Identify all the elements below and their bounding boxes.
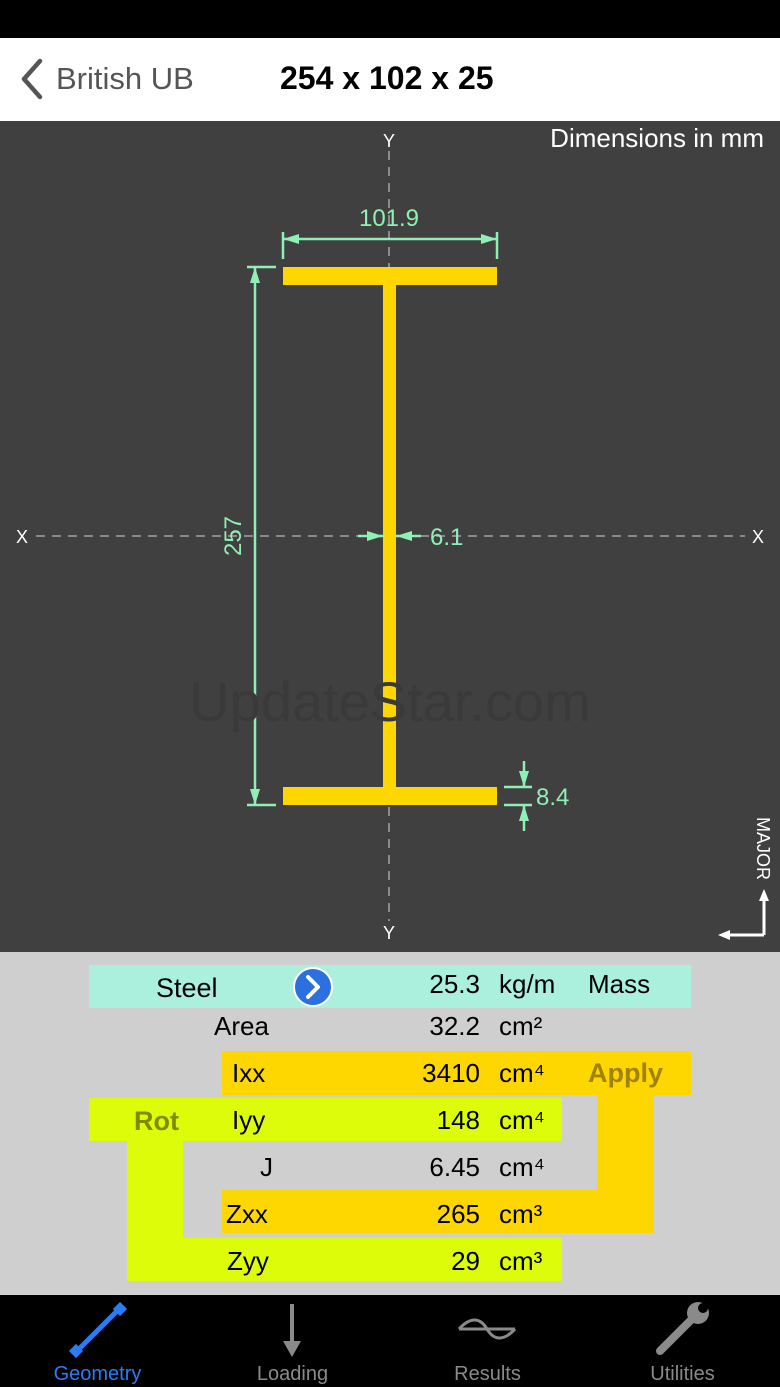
dimensions-note: Dimensions in mm [550,123,764,153]
mass-label: Mass [588,969,651,999]
tab-bar: Geometry Loading Results Utilities [0,1295,780,1387]
area-unit: cm² [499,1011,543,1041]
section-drawing: Y Y X X 101.9 257 6.1 8.4 MAJOR Dimensio… [0,121,780,952]
bottom-flange [283,787,497,805]
tab-results-label: Results [454,1363,521,1385]
iyy-unit: cm⁴ [499,1105,545,1135]
loading-arrow-icon [283,1304,301,1357]
tab-utilities[interactable]: Utilities [585,1295,780,1387]
j-value: 6.45 [429,1152,480,1182]
x-axis-label-right: X [752,527,764,547]
j-unit: cm⁴ [499,1152,545,1182]
results-wave-icon [457,1318,517,1340]
watermark: UpdateStar.com [189,670,591,733]
tab-utilities-label: Utilities [650,1363,715,1385]
depth-dimension-label: 257 [220,516,247,556]
tab-results[interactable]: Results [390,1295,585,1387]
tab-geometry-label: Geometry [53,1363,142,1385]
iyy-label: Iyy [232,1105,266,1135]
area-label: Area [214,1011,269,1041]
top-flange [283,267,497,285]
wrench-icon [656,1302,709,1355]
zyy-row [127,1238,562,1281]
status-bar [0,0,780,38]
tab-loading-label: Loading [256,1363,329,1385]
back-button-label: British UB [56,61,194,96]
iyy-value: 148 [436,1105,480,1135]
web-thickness-label: 6.1 [430,524,463,551]
chevron-right-icon [306,975,320,999]
tab-loading[interactable]: Loading [195,1295,390,1387]
flange-thickness-label: 8.4 [536,784,569,811]
material-label: Steel [156,973,218,1003]
y-axis-label-bottom: Y [383,923,395,943]
page-title: 254 x 102 x 25 [280,60,494,96]
width-dimension-label: 101.9 [359,205,419,232]
orientation-arrow-icon [718,889,769,940]
apply-button[interactable]: Apply [588,1058,663,1089]
navigation-bar: British UB 254 x 102 x 25 [0,38,780,121]
mass-value: 25.3 [429,969,480,999]
j-label: J [260,1152,273,1182]
tab-geometry[interactable]: Geometry [0,1295,195,1387]
properties-panel: Steel 25.3 kg/m Mass Area 32.2 cm² Ixx 3… [0,952,780,1295]
zyy-value: 29 [451,1246,480,1276]
chevron-left-icon [21,58,43,100]
zxx-label: Zxx [226,1199,268,1229]
back-button[interactable]: British UB [18,56,194,102]
zyy-label: Zyy [227,1246,269,1276]
y-axis-label-top: Y [383,131,395,151]
area-value: 32.2 [429,1011,480,1041]
ixx-value: 3410 [422,1058,480,1088]
section-diagram: Y Y X X 101.9 257 6.1 8.4 MAJOR [16,131,773,943]
orientation-label: MAJOR [753,817,773,880]
ixx-unit: cm⁴ [499,1058,545,1088]
material-select-button[interactable] [293,967,333,1007]
mass-unit: kg/m [499,969,556,999]
ixx-label: Ixx [232,1058,266,1088]
geometry-icon [68,1301,128,1359]
rotate-button[interactable]: Rot [134,1106,179,1137]
zxx-unit: cm³ [499,1199,543,1229]
flange-thickness-dimension [504,761,532,831]
x-axis-label-left: X [16,527,28,547]
zyy-unit: cm³ [499,1246,543,1276]
zxx-value: 265 [436,1199,480,1229]
